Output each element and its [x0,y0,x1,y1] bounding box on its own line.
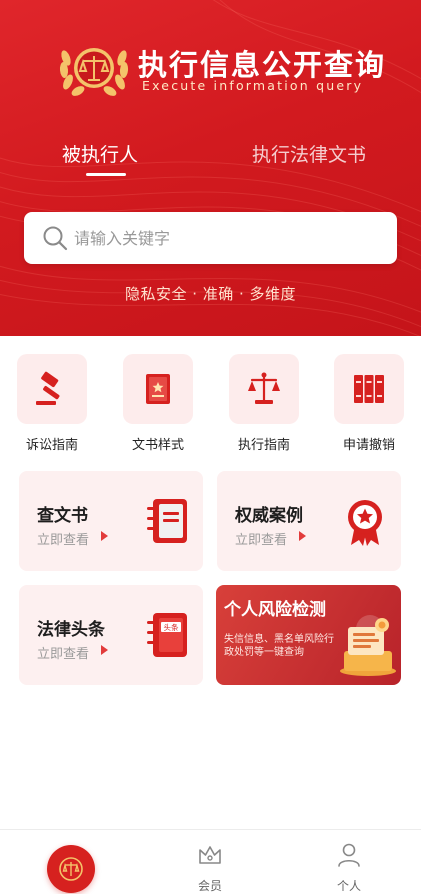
quick-link-tile [17,354,87,424]
nav-item-profile[interactable]: 个人 [304,830,394,894]
quick-link-execution-guide[interactable]: 执行指南 [224,354,304,454]
view-now-link[interactable]: 立即查看 [37,529,89,548]
hero-header: 执行信息公开查询 Execute information query 被执行人 … [0,0,421,336]
card-personal-risk-check[interactable]: 个人风险检测 失信信息、黑名单风险行政处罚等一键查询 [216,585,401,685]
binders-icon [354,375,384,403]
active-tab-indicator [86,173,126,176]
card-description: 失信信息、黑名单风险行政处罚等一键查询 [224,634,334,658]
notebook-icon [147,499,187,543]
quick-link-label: 诉讼指南 [25,438,78,453]
card-title: 查文书 [37,506,88,526]
quick-link-document-templates[interactable]: 文书样式 [118,354,198,454]
document-book-icon [146,374,170,404]
nav-item-label: 个人 [336,879,361,893]
tab-legal-documents[interactable]: 执行法律文书 [252,140,366,167]
home-emblem-icon [59,857,83,881]
card-title: 权威案例 [235,506,303,526]
view-now-link[interactable]: 立即查看 [235,529,287,548]
view-now-link[interactable]: 立即查看 [37,643,89,662]
quick-link-tile [334,354,404,424]
quick-link-tile [123,354,193,424]
headline-badge-text: 头条 [164,622,179,632]
scales-icon [248,372,280,404]
arrow-right-icon [101,531,108,541]
card-legal-headlines[interactable]: 法律头条 立即查看 头条 [19,585,203,685]
quick-link-apply-revoke[interactable]: 申请撤销 [329,354,409,454]
award-badge-icon [348,500,382,546]
search-input[interactable] [74,224,374,252]
search-icon [43,226,68,251]
quick-link-litigation-guide[interactable]: 诉讼指南 [12,354,92,454]
slogan: 隐私安全 · 准确 · 多维度 [124,285,297,303]
app-logo: 执行信息公开查询 Execute information query [56,36,384,100]
card-authoritative-cases[interactable]: 权威案例 立即查看 [217,471,401,571]
headline-notebook-icon: 头条 [147,613,187,657]
nav-item-label: 会员 [197,879,222,893]
nav-item-home[interactable] [47,845,95,893]
person-icon [338,843,360,867]
quick-link-label: 文书样式 [131,438,184,453]
quick-links: 诉讼指南 文书样式 执行指南 申请撤销 [0,354,421,454]
search-bar[interactable] [24,212,397,264]
arrow-right-icon [299,531,306,541]
arrow-right-icon [101,645,108,655]
quick-link-tile [229,354,299,424]
crown-icon [199,846,221,864]
scales-laurel-emblem-icon [59,48,129,96]
card-title: 法律头条 [37,620,105,640]
tab-person-executed[interactable]: 被执行人 [62,140,138,167]
quick-link-label: 申请撤销 [342,438,395,453]
quick-link-label: 执行指南 [237,438,290,453]
risk-document-icon [340,615,396,676]
app-subtitle: Execute information query [142,78,364,93]
card-search-documents[interactable]: 查文书 立即查看 [19,471,203,571]
gavel-icon [36,371,60,405]
card-title: 个人风险检测 [224,600,326,620]
nav-item-membership[interactable]: 会员 [165,830,255,894]
